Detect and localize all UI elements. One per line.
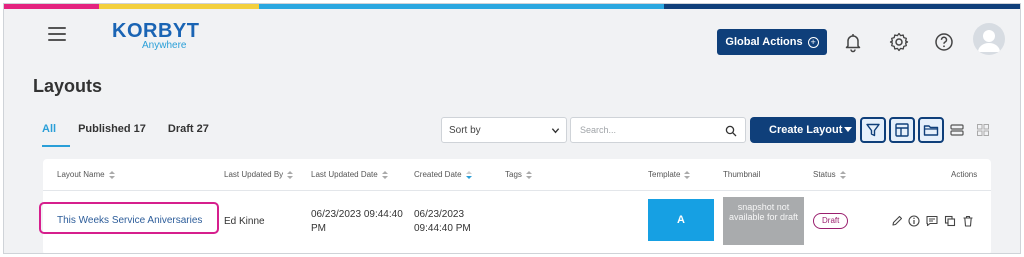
search-icon[interactable]	[725, 125, 737, 137]
user-avatar[interactable]	[973, 23, 1005, 55]
header-template[interactable]: Template	[648, 170, 691, 179]
sort-select[interactable]: Sort by	[441, 117, 567, 143]
template-layout-button[interactable]	[889, 117, 915, 143]
app-window: KORBYT Anywhere Global Actions + Layouts…	[3, 3, 1021, 254]
search-input[interactable]	[580, 125, 720, 135]
last-updated-by-cell: Ed Kinne	[224, 216, 265, 227]
created-date-line1: 06/23/2023	[414, 209, 465, 220]
header-label: Created Date	[414, 170, 462, 179]
layout-name-link[interactable]: This Weeks Service Aniversaries	[57, 215, 202, 226]
thumbnail-placeholder: snapshot not available for draft	[723, 197, 804, 245]
create-layout-button[interactable]: Create Layout	[750, 117, 856, 143]
last-updated-date-line1: 06/23/2023 09:44:40	[311, 209, 403, 220]
create-layout-label: Create Layout	[769, 124, 843, 136]
edit-icon[interactable]	[891, 215, 903, 227]
logo-text: KORBYT	[112, 20, 200, 42]
template-preview[interactable]: A	[648, 199, 714, 241]
filter-icon	[866, 123, 880, 137]
tab-draft[interactable]: Draft 27	[168, 123, 209, 147]
header-layout-name[interactable]: Layout Name	[57, 170, 115, 179]
tab-all[interactable]: All	[42, 123, 56, 147]
header-last-updated-by[interactable]: Last Updated By	[224, 170, 294, 179]
last-updated-date-line2: PM	[311, 223, 326, 234]
header-last-updated-date[interactable]: Last Updated Date	[311, 170, 388, 179]
sort-icon	[108, 170, 115, 179]
folder-button[interactable]	[918, 117, 944, 143]
filter-button[interactable]	[860, 117, 886, 143]
sort-icon	[684, 170, 691, 179]
comment-icon[interactable]	[926, 215, 938, 227]
header-created-date[interactable]: Created Date	[414, 170, 472, 179]
header-tags[interactable]: Tags	[505, 170, 532, 179]
logo-subtext: Anywhere	[142, 40, 187, 51]
page-title: Layouts	[33, 76, 103, 96]
header-thumbnail: Thumbnail	[723, 170, 760, 179]
header-status[interactable]: Status	[813, 170, 846, 179]
logo[interactable]: KORBYT Anywhere	[112, 20, 200, 55]
search-box	[570, 117, 746, 143]
top-bar: KORBYT Anywhere Global Actions +	[4, 9, 1020, 69]
help-icon[interactable]	[933, 31, 955, 53]
user-icon	[978, 30, 1000, 52]
plus-circle-icon: +	[807, 36, 819, 48]
tab-bar: All Published 17 Draft 27	[42, 123, 231, 147]
menu-icon[interactable]	[48, 27, 66, 41]
header-label: Last Updated Date	[311, 170, 378, 179]
header-label: Status	[813, 170, 836, 179]
header-label: Thumbnail	[723, 170, 761, 179]
copy-icon[interactable]	[944, 215, 956, 227]
list-view-icon[interactable]	[950, 123, 964, 137]
header-label: Template	[648, 170, 681, 179]
trash-icon[interactable]	[962, 215, 974, 227]
header-divider	[43, 190, 991, 191]
header-label: Tags	[505, 170, 522, 179]
created-date-cell: 06/23/2023 09:44:40 PM	[414, 208, 471, 236]
header-label: Layout Name	[57, 170, 105, 179]
sort-desc-icon	[465, 170, 472, 179]
sort-select-label: Sort by	[449, 125, 481, 136]
sort-icon	[525, 170, 532, 179]
global-actions-button[interactable]: Global Actions +	[717, 29, 827, 55]
info-icon[interactable]	[908, 215, 920, 227]
sort-icon	[381, 170, 388, 179]
caret-down-icon[interactable]	[844, 127, 852, 133]
sort-icon	[287, 170, 294, 179]
tab-published[interactable]: Published 17	[78, 123, 146, 147]
active-tab-indicator	[42, 145, 70, 147]
folder-icon	[923, 125, 939, 136]
last-updated-date-cell: 06/23/2023 09:44:40 PM	[311, 208, 403, 236]
global-actions-label: Global Actions	[725, 36, 803, 48]
header-label: Last Updated By	[224, 170, 284, 179]
status-badge: Draft	[813, 213, 849, 229]
template-icon	[895, 123, 909, 137]
gear-icon[interactable]	[888, 31, 910, 53]
layouts-table: Layout Name Last Updated By Last Updated…	[39, 159, 991, 253]
grid-view-icon[interactable]	[976, 123, 990, 137]
chevron-down-icon	[551, 128, 560, 134]
created-date-line2: 09:44:40 PM	[414, 223, 471, 234]
sort-icon	[839, 170, 846, 179]
header-label: Actions	[951, 170, 978, 179]
header-actions: Actions	[951, 170, 977, 179]
bell-icon[interactable]	[842, 31, 864, 53]
